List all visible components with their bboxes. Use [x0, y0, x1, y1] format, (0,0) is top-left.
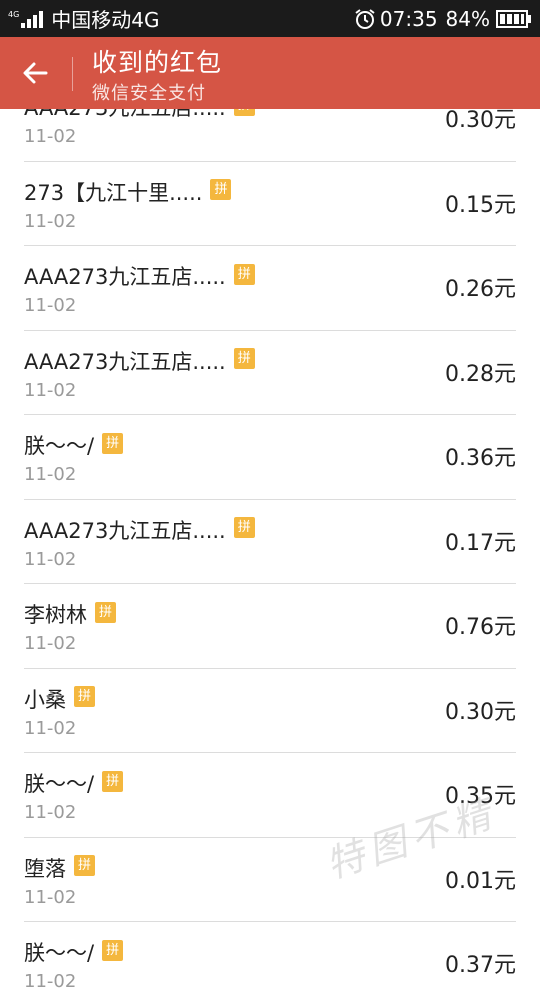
sender-name: AAA273九江五店..... 拼 — [24, 261, 255, 291]
sender-name-text: AAA273九江五店..... — [24, 265, 226, 289]
list-item[interactable]: AAA273九江五店..... 拼 11-02 0.17元 — [24, 499, 516, 584]
sender-name: AAA273九江五店..... 拼 — [24, 346, 255, 376]
group-packet-badge: 拼 — [102, 939, 124, 961]
clock: 07:35 — [379, 6, 438, 31]
sender-name-text: 朕～～/ — [24, 941, 95, 965]
amount: 0.01元 — [445, 868, 516, 894]
received-date: 11-02 — [24, 717, 77, 739]
received-date: 11-02 — [24, 971, 77, 992]
network-type: 4G — [8, 9, 20, 19]
sender-name-text: 李树林 — [24, 603, 87, 627]
sender-name: AAA273九江五店..... 拼 — [24, 515, 255, 545]
sender-name: 朕～～/ 拼 — [24, 937, 124, 967]
alarm-icon — [355, 8, 375, 29]
app-bar: 收到的红包 微信安全支付 — [0, 37, 540, 109]
header-divider — [72, 57, 73, 91]
list-item[interactable]: 朕～～/ 拼 11-02 0.36元 — [24, 414, 516, 500]
list-item[interactable]: 273【九江十里..... 拼 11-02 0.15元 — [24, 161, 516, 246]
sender-name-text: 堕落 — [24, 856, 66, 881]
sender-name: 李树林拼 — [24, 599, 116, 629]
battery-icon — [496, 9, 531, 28]
group-packet-badge: 拼 — [102, 432, 124, 454]
amount: 0.28元 — [445, 361, 516, 387]
battery-percent: 84% — [445, 6, 490, 31]
signal-icon — [21, 10, 45, 28]
sender-name: 273【九江十里..... 拼 — [24, 177, 232, 207]
carrier-label: 中国移动4G — [51, 8, 160, 32]
sender-name: 堕落拼 — [24, 853, 95, 883]
sender-name-text: 朕～～/ — [24, 434, 95, 458]
sender-name-text: 273【九江十里..... — [24, 180, 203, 205]
received-date: 11-02 — [24, 379, 77, 401]
list-item[interactable]: 李树林拼 11-02 0.76元 — [24, 583, 516, 669]
received-date: 11-02 — [24, 548, 77, 570]
status-bar: 4G 中国移动4G 07:35 84% — [0, 0, 540, 37]
group-packet-badge: 拼 — [74, 686, 95, 707]
received-date: 11-02 — [24, 886, 77, 908]
amount: 0.15元 — [445, 192, 516, 218]
sender-name: 小桑拼 — [24, 684, 95, 714]
back-arrow-icon[interactable] — [14, 51, 58, 95]
sender-name-text: 朕～～/ — [24, 772, 95, 796]
amount: 0.36元 — [445, 446, 516, 471]
amount: 0.37元 — [445, 953, 516, 978]
list-item[interactable]: 小桑拼 11-02 0.30元 — [24, 668, 516, 753]
sender-name-text: AAA273九江五店..... — [24, 518, 226, 543]
page-title: 收到的红包 — [92, 48, 223, 77]
received-date: 11-02 — [24, 802, 77, 823]
amount: 0.30元 — [445, 699, 516, 725]
received-date: 11-02 — [24, 126, 77, 147]
sender-name: 朕～～/ 拼 — [24, 430, 124, 460]
list-item[interactable]: 朕～～/ 拼 11-02 0.37元 — [24, 921, 516, 1006]
sender-name-text: AAA273九江五店..... — [24, 349, 226, 374]
received-date: 11-02 — [24, 295, 77, 316]
list-item[interactable]: AAA273九江五店..... 拼 11-02 0.26元 — [24, 245, 516, 331]
received-date: 11-02 — [24, 464, 77, 485]
group-packet-badge: 拼 — [210, 179, 232, 200]
amount: 0.26元 — [445, 277, 516, 302]
group-packet-badge: 拼 — [95, 601, 116, 623]
group-packet-badge: 拼 — [233, 517, 255, 538]
group-packet-badge: 拼 — [102, 770, 124, 792]
amount: 0.17元 — [445, 530, 516, 556]
page-subtitle: 微信安全支付 — [92, 83, 206, 104]
list-item[interactable]: 朕～～/ 拼 11-02 0.35元 — [24, 752, 516, 838]
received-date: 11-02 — [24, 210, 77, 232]
group-packet-badge: 拼 — [74, 855, 95, 876]
received-date: 11-02 — [24, 633, 77, 654]
sender-name: 朕～～/ 拼 — [24, 768, 124, 798]
amount: 0.76元 — [445, 615, 516, 640]
list-item[interactable]: AAA273九江五店..... 拼 11-02 0.28元 — [24, 330, 516, 415]
sender-name-text: 小桑 — [24, 687, 66, 712]
group-packet-badge: 拼 — [233, 348, 255, 369]
group-packet-badge: 拼 — [233, 263, 255, 285]
amount: 0.35元 — [445, 784, 516, 809]
list-item[interactable]: 堕落拼 11-02 0.01元 — [24, 837, 516, 922]
